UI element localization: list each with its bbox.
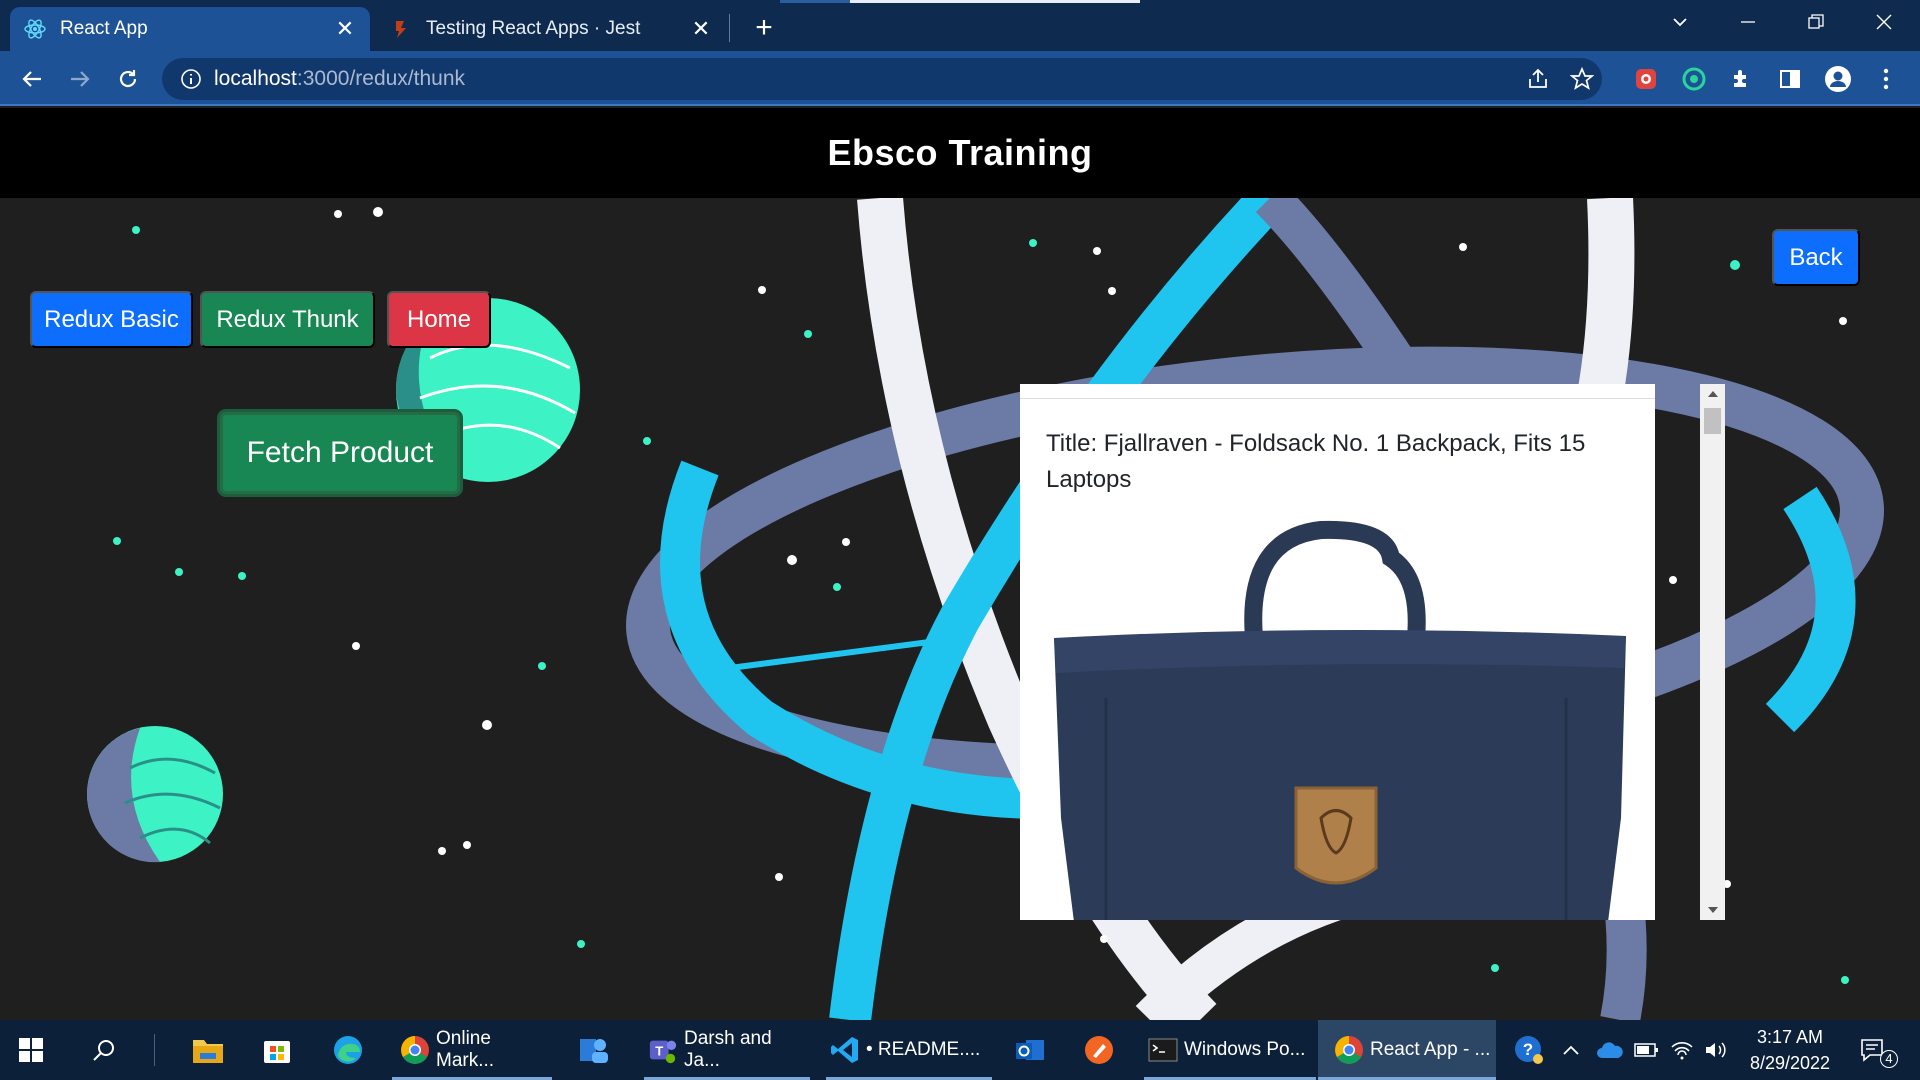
restore-icon[interactable] (1786, 0, 1846, 44)
menu-kebab-icon[interactable] (1870, 63, 1902, 95)
close-window-icon[interactable] (1854, 0, 1914, 44)
clock-time: 3:17 AM (1756, 1027, 1824, 1047)
jest-icon (390, 18, 412, 40)
battery-icon[interactable] (1634, 1020, 1660, 1080)
store-icon[interactable] (262, 1020, 298, 1080)
outlook-icon[interactable] (1014, 1020, 1050, 1080)
new-tab-button[interactable]: + (748, 12, 780, 44)
card-divider (1020, 398, 1655, 399)
chrome-icon (400, 1035, 430, 1065)
product-card: Title: Fjallraven - Foldsack No. 1 Backp… (1020, 384, 1655, 920)
fetch-product-button[interactable]: Fetch Product (220, 412, 460, 494)
tab-search-icon[interactable] (1650, 0, 1710, 44)
extensions-puzzle-icon[interactable] (1726, 63, 1758, 95)
profile-avatar-icon[interactable] (1822, 63, 1854, 95)
forward-arrow-icon[interactable] (64, 63, 96, 95)
loading-indicator (780, 0, 1140, 3)
taskbar-app-label: • README.... (866, 1039, 981, 1060)
info-icon[interactable] (180, 68, 202, 90)
close-tab-icon[interactable]: ✕ (334, 16, 356, 41)
app-header: Ebsco Training (0, 108, 1920, 198)
vscode-icon (830, 1035, 860, 1065)
scroll-down-arrow-icon[interactable] (1700, 900, 1725, 920)
notification-count-badge: 4 (1880, 1050, 1898, 1068)
chevron-up-icon[interactable] (1562, 1020, 1584, 1080)
taskbar-app-label: Darsh and Ja... (684, 1028, 772, 1071)
svg-text:?: ? (1523, 1040, 1533, 1059)
tab-jest[interactable]: Testing React Apps · Jest ✕ (376, 7, 726, 51)
browser-tab-strip: React App ✕ Testing React Apps · Jest ✕ … (0, 0, 1920, 51)
system-clock[interactable]: 3:17 AM 8/29/2022 (1735, 1024, 1845, 1076)
taskbar-app-label: Online Mark... (436, 1028, 495, 1071)
taskbar-vscode[interactable]: • README.... (826, 1020, 992, 1080)
volume-icon[interactable] (1704, 1020, 1730, 1080)
product-title: Title: Fjallraven - Foldsack No. 1 Backp… (1046, 430, 1586, 493)
close-tab-icon[interactable]: ✕ (690, 16, 712, 41)
scroll-up-arrow-icon[interactable] (1700, 384, 1725, 404)
people-icon[interactable] (578, 1020, 614, 1080)
address-bar[interactable]: localhost:3000/redux/thunk (162, 58, 1602, 100)
file-explorer-icon[interactable] (192, 1020, 228, 1080)
search-icon[interactable] (92, 1020, 128, 1080)
reload-icon[interactable] (112, 63, 144, 95)
taskbar-teams[interactable]: T Darsh and Ja... (644, 1020, 810, 1080)
scroll-thumb[interactable] (1704, 408, 1721, 434)
sketch-app-icon[interactable] (1084, 1020, 1120, 1080)
extension-green-icon[interactable] (1678, 63, 1710, 95)
page-viewport: Ebsco Training Redux Basic Redux Thunk H… (0, 108, 1920, 1020)
react-icon (24, 18, 46, 40)
taskbar-divider (154, 1034, 155, 1066)
browser-toolbar: localhost:3000/redux/thunk (0, 51, 1920, 106)
notification-center-icon[interactable]: 4 (1858, 1020, 1898, 1080)
back-arrow-icon[interactable] (16, 63, 48, 95)
taskbar-chrome-online-market[interactable]: Online Mark... (392, 1020, 552, 1080)
taskbar-app-label: Windows Po... (1184, 1039, 1306, 1060)
edge-icon[interactable] (332, 1020, 368, 1080)
taskbar-windows-powershell[interactable]: Windows Po... (1144, 1020, 1316, 1080)
help-icon[interactable]: ? (1514, 1020, 1548, 1080)
card-scrollbar[interactable] (1700, 384, 1725, 920)
taskbar-app-label: React App - ... (1370, 1039, 1491, 1060)
onedrive-cloud-icon[interactable] (1596, 1020, 1624, 1080)
tab-title: React App (60, 18, 148, 39)
svg-text:T: T (655, 1044, 663, 1059)
side-panel-icon[interactable] (1774, 63, 1806, 95)
product-image (1046, 518, 1636, 920)
taskbar-chrome-react-app[interactable]: React App - ... (1318, 1020, 1496, 1080)
terminal-icon (1148, 1035, 1178, 1065)
share-icon[interactable] (1526, 67, 1550, 91)
bookmark-star-icon[interactable] (1570, 67, 1594, 91)
redux-thunk-button[interactable]: Redux Thunk (200, 291, 375, 348)
app-title: Ebsco Training (827, 132, 1093, 173)
chrome-icon (1334, 1035, 1364, 1065)
url-text: localhost:3000/redux/thunk (214, 67, 466, 90)
start-windows-icon[interactable] (18, 1020, 54, 1080)
wifi-icon[interactable] (1670, 1020, 1696, 1080)
redux-basic-button[interactable]: Redux Basic (30, 291, 193, 348)
windows-taskbar: Online Mark... T Darsh and Ja... • READM… (0, 1020, 1920, 1080)
tab-separator (729, 14, 730, 42)
minimize-icon[interactable] (1718, 0, 1778, 44)
back-button[interactable]: Back (1772, 229, 1860, 286)
tab-react-app[interactable]: React App ✕ (10, 7, 370, 51)
tab-title: Testing React Apps · Jest (426, 18, 641, 39)
extension-red-icon[interactable] (1630, 63, 1662, 95)
clock-date: 8/29/2022 (1749, 1053, 1831, 1073)
teams-icon: T (648, 1035, 678, 1065)
home-button[interactable]: Home (387, 291, 491, 348)
